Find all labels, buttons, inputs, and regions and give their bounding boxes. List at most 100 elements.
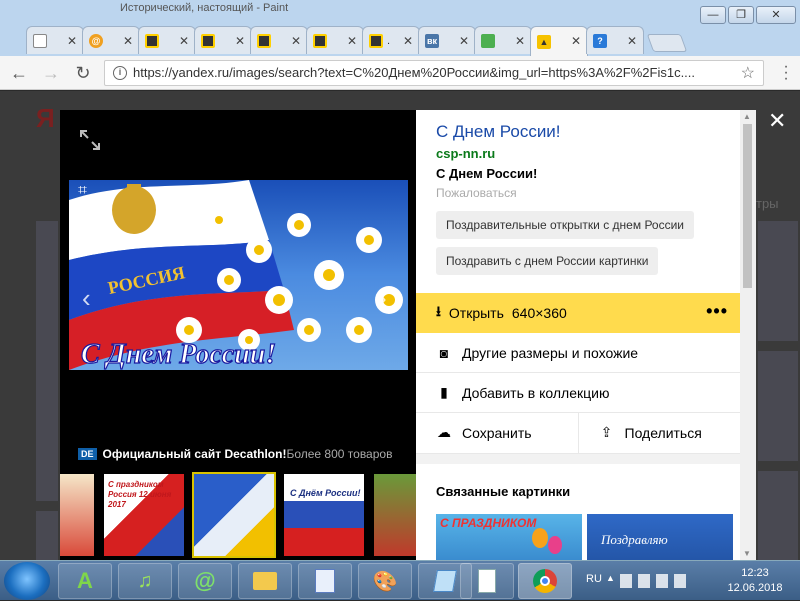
thumbnail-selected[interactable]: [192, 472, 276, 558]
thumbnail[interactable]: [60, 474, 94, 556]
tab-9[interactable]: ✕: [474, 26, 532, 54]
maximize-button[interactable]: ❐: [728, 6, 754, 24]
tab-strip: ✕ @ ✕ ✕ ✕ ✕ ✕ . ✕ вк ✕ ✕ ▲ ✕ ? ✕: [26, 26, 688, 56]
paint-icon[interactable]: 🎨: [358, 563, 412, 599]
tab-8[interactable]: вк ✕: [418, 26, 476, 54]
browser-toolbar: ← → ↻ i https://yandex.ru/images/search?…: [0, 56, 800, 90]
music-icon[interactable]: ♫: [118, 563, 172, 599]
chrome-icon[interactable]: [518, 563, 572, 599]
complain-link[interactable]: Пожаловаться: [436, 186, 517, 200]
clock[interactable]: 12:23 12.06.2018: [720, 566, 790, 596]
more-options-icon[interactable]: •••: [706, 301, 728, 322]
explorer-icon[interactable]: [238, 563, 292, 599]
window-title: Исторический, настоящий - Paint: [120, 2, 289, 14]
scroll-down-icon[interactable]: ▼: [743, 549, 751, 558]
tab-close-icon[interactable]: ✕: [67, 34, 77, 48]
minimize-button[interactable]: —: [700, 6, 726, 24]
source-domain-link[interactable]: csp-nn.ru: [436, 146, 495, 161]
balloons-icon: [532, 528, 548, 548]
network-icon[interactable]: [638, 574, 650, 588]
thumbnail-caption: С Днём России!: [290, 488, 361, 498]
image-title-link[interactable]: С Днем России!: [436, 122, 561, 142]
tab-4[interactable]: ✕: [194, 26, 252, 54]
tab-6[interactable]: ✕: [306, 26, 364, 54]
tab-close-icon[interactable]: ✕: [291, 34, 301, 48]
tab-close-icon[interactable]: ✕: [515, 34, 525, 48]
thumbnail-strip: С праздником Россия 12 июня 2017 С Днём …: [60, 470, 416, 560]
background-thumbnail: [758, 221, 798, 341]
other-sizes-button[interactable]: ◙ Другие размеры и похожие: [416, 333, 740, 373]
power-icon[interactable]: [656, 574, 668, 588]
volume-icon[interactable]: [674, 574, 686, 588]
related-query-tag[interactable]: Поздравительные открытки с днем России: [436, 211, 694, 239]
close-viewer-icon[interactable]: ✕: [768, 108, 786, 134]
thumbnail-caption: С праздником Россия 12 июня 2017: [108, 480, 172, 509]
main-image[interactable]: РОССИЯ С Днем России!: [69, 180, 408, 370]
bookmark-star-icon[interactable]: ☆: [741, 63, 755, 83]
open-image-button[interactable]: ⭳ Открыть 640×360 •••: [416, 293, 740, 333]
info-icon[interactable]: i: [113, 66, 127, 80]
prev-image-icon[interactable]: ‹: [82, 283, 91, 314]
tab-10[interactable]: ▲ ✕: [530, 26, 588, 56]
flag-icon[interactable]: [620, 574, 632, 588]
back-icon[interactable]: ←: [6, 60, 32, 86]
show-hidden-icons[interactable]: ▲: [606, 573, 615, 583]
close-window-button[interactable]: ✕: [756, 6, 796, 24]
mail-agent-icon[interactable]: @: [178, 563, 232, 599]
tab-close-icon[interactable]: ✕: [627, 34, 637, 48]
thumbnail[interactable]: С праздником Россия 12 июня 2017: [104, 474, 184, 556]
thumbnail[interactable]: [374, 474, 416, 556]
related-images-heading: Связанные картинки: [436, 484, 571, 499]
fullscreen-icon[interactable]: [78, 128, 102, 152]
start-button[interactable]: [4, 562, 50, 600]
save-button[interactable]: ☁ Сохранить: [416, 412, 578, 453]
share-icon: ⇪: [600, 424, 613, 440]
ad-banner[interactable]: DE Официальный сайт Decathlon! Более 800…: [78, 446, 414, 462]
tab-2[interactable]: @ ✕: [82, 26, 140, 54]
scroll-up-icon[interactable]: ▲: [743, 112, 751, 121]
tab-close-icon[interactable]: ✕: [235, 34, 245, 48]
new-tab-button[interactable]: [646, 34, 688, 52]
share-button[interactable]: ⇪ Поделиться: [577, 412, 741, 453]
tab-7[interactable]: . ✕: [362, 26, 420, 54]
tab-1[interactable]: ✕: [26, 26, 84, 54]
reload-icon[interactable]: ↻: [70, 60, 96, 86]
tab-close-icon[interactable]: ✕: [179, 34, 189, 48]
title-bar: Исторический, настоящий - Paint — ❐ ✕ ✕ …: [0, 0, 800, 56]
ad-title: Официальный сайт Decathlon!: [102, 447, 287, 461]
image-description: С Днем России!: [436, 166, 538, 181]
language-indicator[interactable]: RU: [586, 573, 602, 585]
doc-icon: [145, 33, 159, 48]
doc-icon: [201, 33, 215, 48]
scrollbar-thumb[interactable]: [743, 124, 752, 288]
blank-document-icon[interactable]: [460, 563, 514, 599]
background-thumbnail: [758, 351, 798, 461]
tab-11[interactable]: ? ✕: [586, 26, 644, 54]
tab-close-icon[interactable]: ✕: [123, 34, 133, 48]
camera-icon: ◙: [439, 344, 449, 361]
tab-close-icon[interactable]: ✕: [347, 34, 357, 48]
add-to-collection-button[interactable]: ▮ Добавить в коллекцию: [416, 373, 740, 413]
app-a-icon[interactable]: A: [58, 563, 112, 599]
thumbnail[interactable]: С Днём России!: [284, 474, 364, 556]
address-bar[interactable]: i https://yandex.ru/images/search?text=С…: [104, 60, 764, 86]
tab-5[interactable]: ✕: [250, 26, 308, 54]
tab-close-icon[interactable]: ✕: [571, 34, 581, 48]
doc-icon: [257, 33, 271, 48]
tab-close-icon[interactable]: ✕: [459, 34, 469, 48]
menu-icon[interactable]: · · ·: [780, 59, 792, 87]
forward-icon[interactable]: →: [38, 60, 64, 86]
wordpad-icon[interactable]: [298, 563, 352, 599]
ad-logo: DE: [78, 448, 97, 460]
panel-scrollbar[interactable]: ▲ ▼: [740, 110, 756, 560]
related-image[interactable]: Поздравляю: [587, 514, 733, 560]
related-image[interactable]: С ПРАЗДНИКОМ: [436, 514, 582, 560]
tab-close-icon[interactable]: ✕: [403, 34, 413, 48]
tab-3[interactable]: ✕: [138, 26, 196, 54]
clock-date: 12.06.2018: [727, 582, 783, 594]
next-image-icon[interactable]: ›: [378, 283, 387, 314]
related-query-tag[interactable]: Поздравить с днем России картинки: [436, 247, 659, 275]
cloud-icon: ☁: [437, 424, 451, 440]
background-thumbnail: [36, 511, 58, 560]
crop-icon[interactable]: ⌗: [78, 182, 87, 200]
